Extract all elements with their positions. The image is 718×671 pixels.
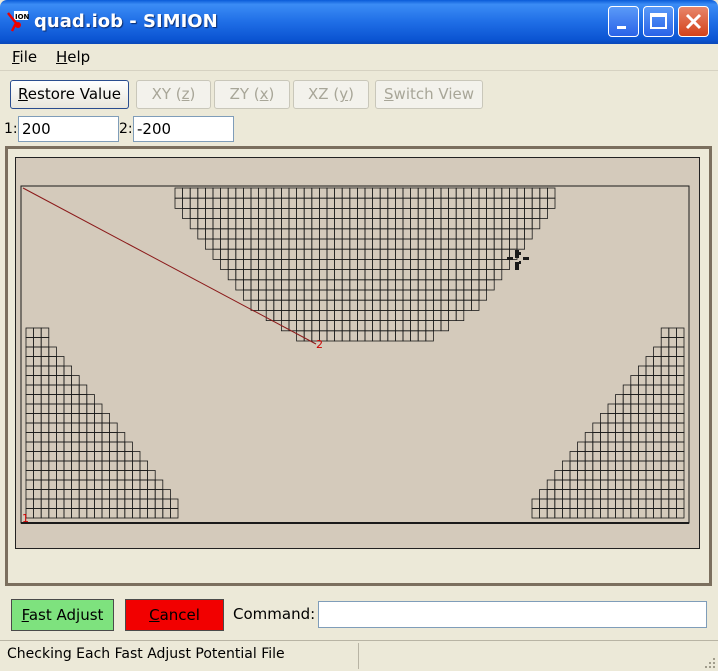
potential-array-view[interactable]: 12 xyxy=(15,157,700,549)
trajectory-line xyxy=(22,187,317,345)
right-electrode xyxy=(531,327,685,519)
menu-help[interactable]: Help xyxy=(56,48,90,66)
cancel-button[interactable]: Cancel xyxy=(125,599,224,631)
svg-text:ION: ION xyxy=(15,13,30,21)
field-2-label: 2: xyxy=(119,121,133,137)
field-2-input[interactable]: -200 xyxy=(133,116,234,142)
window-title: quad.iob - SIMION xyxy=(34,11,218,32)
status-bar: Checking Each Fast Adjust Potential File xyxy=(0,640,718,671)
maximize-icon xyxy=(650,13,667,29)
resize-grip-icon[interactable] xyxy=(704,657,716,669)
field-1-input[interactable]: 200 xyxy=(18,116,119,142)
menu-bar: File Help xyxy=(0,44,718,71)
close-icon xyxy=(685,13,702,30)
point-label-1: 1 xyxy=(22,512,29,525)
electrode-grid-canvas[interactable]: 12 xyxy=(16,158,699,548)
command-label: Command: xyxy=(233,605,316,623)
status-separator xyxy=(358,643,359,669)
array-boundary xyxy=(20,185,690,524)
xz-view-button[interactable]: XZ (y) xyxy=(293,80,369,109)
point-label-2: 2 xyxy=(316,338,323,351)
minimize-icon xyxy=(617,26,626,29)
xy-view-button[interactable]: XY (z) xyxy=(136,80,211,109)
top-electrode xyxy=(174,187,556,342)
switch-view-button[interactable]: Switch View xyxy=(375,80,483,109)
command-input[interactable] xyxy=(318,601,707,628)
crosshair-cursor-icon xyxy=(507,250,529,270)
menu-file[interactable]: File xyxy=(12,48,37,66)
minimize-button[interactable] xyxy=(608,6,639,37)
status-text: Checking Each Fast Adjust Potential File xyxy=(7,646,285,662)
left-electrode xyxy=(25,327,179,519)
title-bar: ION quad.iob - SIMION xyxy=(0,0,718,44)
restore-value-button[interactable]: Restore Value xyxy=(10,80,129,109)
simion-ion-icon: ION xyxy=(7,11,30,32)
fast-adjust-button[interactable]: Fast Adjust xyxy=(11,599,114,631)
maximize-button[interactable] xyxy=(643,6,674,37)
zy-view-button[interactable]: ZY (x) xyxy=(214,80,290,109)
view-frame: 12 xyxy=(5,146,712,586)
field-1-label: 1: xyxy=(4,121,18,137)
close-button[interactable] xyxy=(678,6,709,37)
